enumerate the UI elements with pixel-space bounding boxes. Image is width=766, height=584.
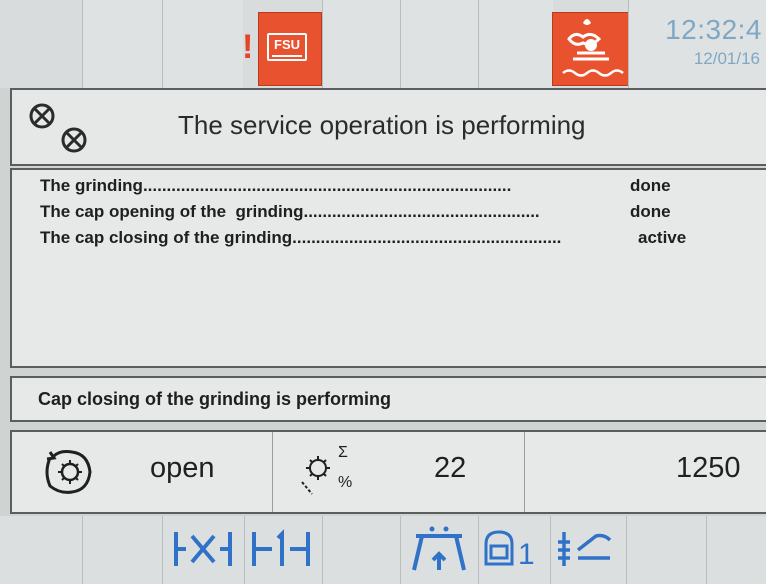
log-dots: ........................................… xyxy=(292,228,562,247)
counter-sigma: Σ xyxy=(338,444,348,461)
log-dots: ........................................… xyxy=(142,176,512,195)
width-adjust-icon xyxy=(174,532,232,566)
log-dots: ........................................… xyxy=(303,202,540,221)
cap-dial-icon xyxy=(45,450,92,494)
log-label: The cap opening of the grinding xyxy=(40,202,304,221)
log-label: The grinding xyxy=(40,176,143,195)
gears-icon xyxy=(29,103,87,153)
toolbar-slot-4[interactable] xyxy=(322,516,401,584)
log-status-cap-opening: done xyxy=(630,202,671,221)
top-slot-2[interactable] xyxy=(162,0,243,88)
top-slot-4[interactable] xyxy=(400,0,479,88)
fsu-icon: FSU xyxy=(267,33,307,61)
info-panel xyxy=(10,430,766,514)
log-row-cap-closing: The cap closing of the grinding.........… xyxy=(40,228,561,248)
info-divider xyxy=(524,432,525,512)
grind-counter-icon xyxy=(301,456,330,495)
memory-slot-number: 1 xyxy=(518,538,535,571)
lift-icon xyxy=(412,526,466,571)
level-icon xyxy=(558,532,612,566)
log-status-cap-closing: active xyxy=(638,228,687,247)
memory-1-icon xyxy=(484,530,514,566)
log-row-cap-opening: The cap opening of the grinding.........… xyxy=(40,202,540,222)
top-slot-1[interactable] xyxy=(82,0,163,88)
page-title: The service operation is performing xyxy=(178,110,586,140)
grinding-water-icon xyxy=(562,19,624,77)
top-slot-3[interactable] xyxy=(322,0,401,88)
cap-state-value: open xyxy=(150,452,215,484)
log-label: The cap closing of the grinding xyxy=(40,228,293,247)
toolbar-slot-9[interactable] xyxy=(706,516,766,584)
log-row-grinding: The grinding............................… xyxy=(40,176,511,196)
toolbar-slot-1[interactable] xyxy=(82,516,163,584)
total-value: 1250 xyxy=(676,452,741,484)
clock-date: 12/01/16 xyxy=(693,49,760,68)
grinding-alarm-button[interactable] xyxy=(552,12,630,86)
log-status-grinding: done xyxy=(630,176,671,195)
info-divider xyxy=(272,432,273,512)
counter-value: 22 xyxy=(434,452,467,484)
toolbar-slot-8[interactable] xyxy=(626,516,707,584)
fsu-alarm-button[interactable]: FSU xyxy=(258,12,322,86)
top-slot-5[interactable] xyxy=(478,0,553,88)
operation-log: The grinding............................… xyxy=(10,168,766,368)
status-message: Cap closing of the grinding is performin… xyxy=(38,389,392,409)
warning-icon[interactable]: ! xyxy=(242,30,253,64)
clock-time: 12:32:4 xyxy=(665,14,762,45)
counter-percent: % xyxy=(338,474,353,491)
width-fixed-icon xyxy=(252,529,310,566)
